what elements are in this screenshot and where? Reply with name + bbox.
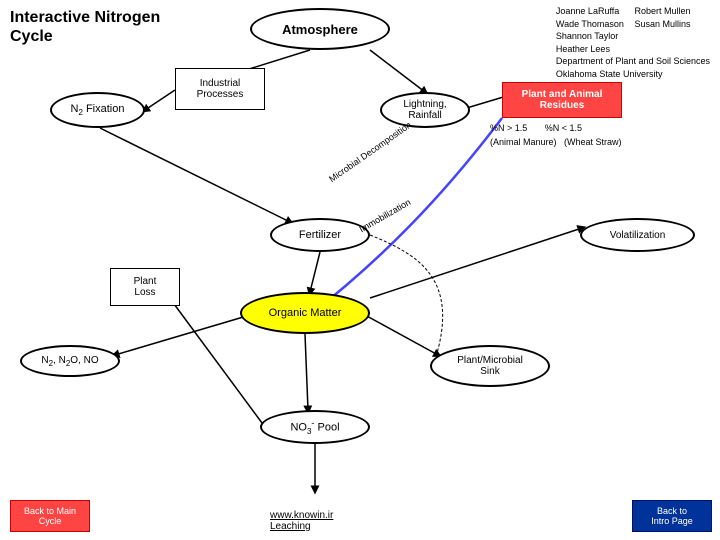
plant-loss-box[interactable]: Plant Loss: [110, 268, 180, 306]
volatilization-label: Volatilization: [610, 230, 666, 241]
percent-n1-label: (Animal Manure): [490, 137, 557, 147]
percent-n-block: %N > 1.5 %N < 1.5 (Animal Manure) (Wheat…: [490, 122, 622, 149]
plant-microbial-sink-oval[interactable]: Plant/Microbial Sink: [430, 345, 550, 387]
authors-block: Joanne LaRuffa Wade Thomason Shannon Tay…: [556, 5, 710, 81]
organic-matter-label: Organic Matter: [269, 307, 342, 319]
microbial-decomp-text: Microbial Decomposition: [327, 120, 413, 184]
no3-pool-oval[interactable]: NO3- Pool: [260, 410, 370, 444]
percent-n2: %N < 1.5: [545, 123, 582, 133]
microbial-decomp-label: Microbial Decomposition: [327, 120, 413, 184]
back-intro-button[interactable]: Back to Intro Page: [632, 500, 712, 532]
dept-label: Department of Plant and Soil Sciences: [556, 56, 710, 66]
atmosphere-label: Atmosphere: [282, 22, 358, 37]
fertilizer-oval[interactable]: Fertilizer: [270, 218, 370, 252]
n2-gases-label: N2, N2O, NO: [41, 355, 98, 368]
n2-gases-oval[interactable]: N2, N2O, NO: [20, 345, 120, 377]
immobilization-label: Immobilization: [358, 197, 413, 234]
back-main-button[interactable]: Back to Main Cycle: [10, 500, 90, 532]
leaching-label: Leaching: [270, 521, 311, 532]
plant-animal-box[interactable]: Plant and Animal Residues: [502, 82, 622, 118]
back-intro-label: Back to Intro Page: [651, 506, 693, 526]
percent-n1: %N > 1.5: [490, 123, 527, 133]
percent-n2-label: (Wheat Straw): [564, 137, 622, 147]
plant-animal-label: Plant and Animal Residues: [522, 89, 603, 111]
n2-fixation-label: N2 Fixation: [71, 103, 125, 117]
industrial-label: Industrial Processes: [197, 78, 244, 100]
industrial-processes-box[interactable]: Industrial Processes: [175, 68, 265, 110]
organic-matter-oval[interactable]: Organic Matter: [240, 292, 370, 334]
authors-col2: Robert Mullen Susan Mullins: [634, 5, 690, 30]
www-label: www.knowin.ir: [270, 510, 333, 521]
immobilization-text: Immobilization: [358, 197, 413, 234]
no3-label: NO3- Pool: [290, 418, 339, 436]
sink-label: Plant/Microbial Sink: [457, 355, 523, 377]
back-main-label: Back to Main Cycle: [24, 506, 76, 526]
university-label: Oklahoma State University: [556, 69, 663, 79]
plant-loss-label: Plant Loss: [134, 276, 157, 298]
lightning-label: Lightning, Rainfall: [403, 99, 446, 121]
page-title: Interactive Nitrogen Cycle: [10, 8, 190, 46]
n2-fixation-oval[interactable]: N2 Fixation: [50, 92, 145, 128]
authors-col1: Joanne LaRuffa Wade Thomason Shannon Tay…: [556, 5, 624, 55]
atmosphere-oval: Atmosphere: [250, 8, 390, 50]
title-line1: Interactive Nitrogen: [10, 9, 160, 26]
fertilizer-label: Fertilizer: [299, 229, 341, 241]
arrows-layer: [0, 0, 720, 540]
lightning-rainfall-oval[interactable]: Lightning, Rainfall: [380, 92, 470, 128]
website-link[interactable]: www.knowin.ir Leaching: [270, 510, 333, 532]
volatilization-oval[interactable]: Volatilization: [580, 218, 695, 252]
title-line2: Cycle: [10, 28, 53, 45]
